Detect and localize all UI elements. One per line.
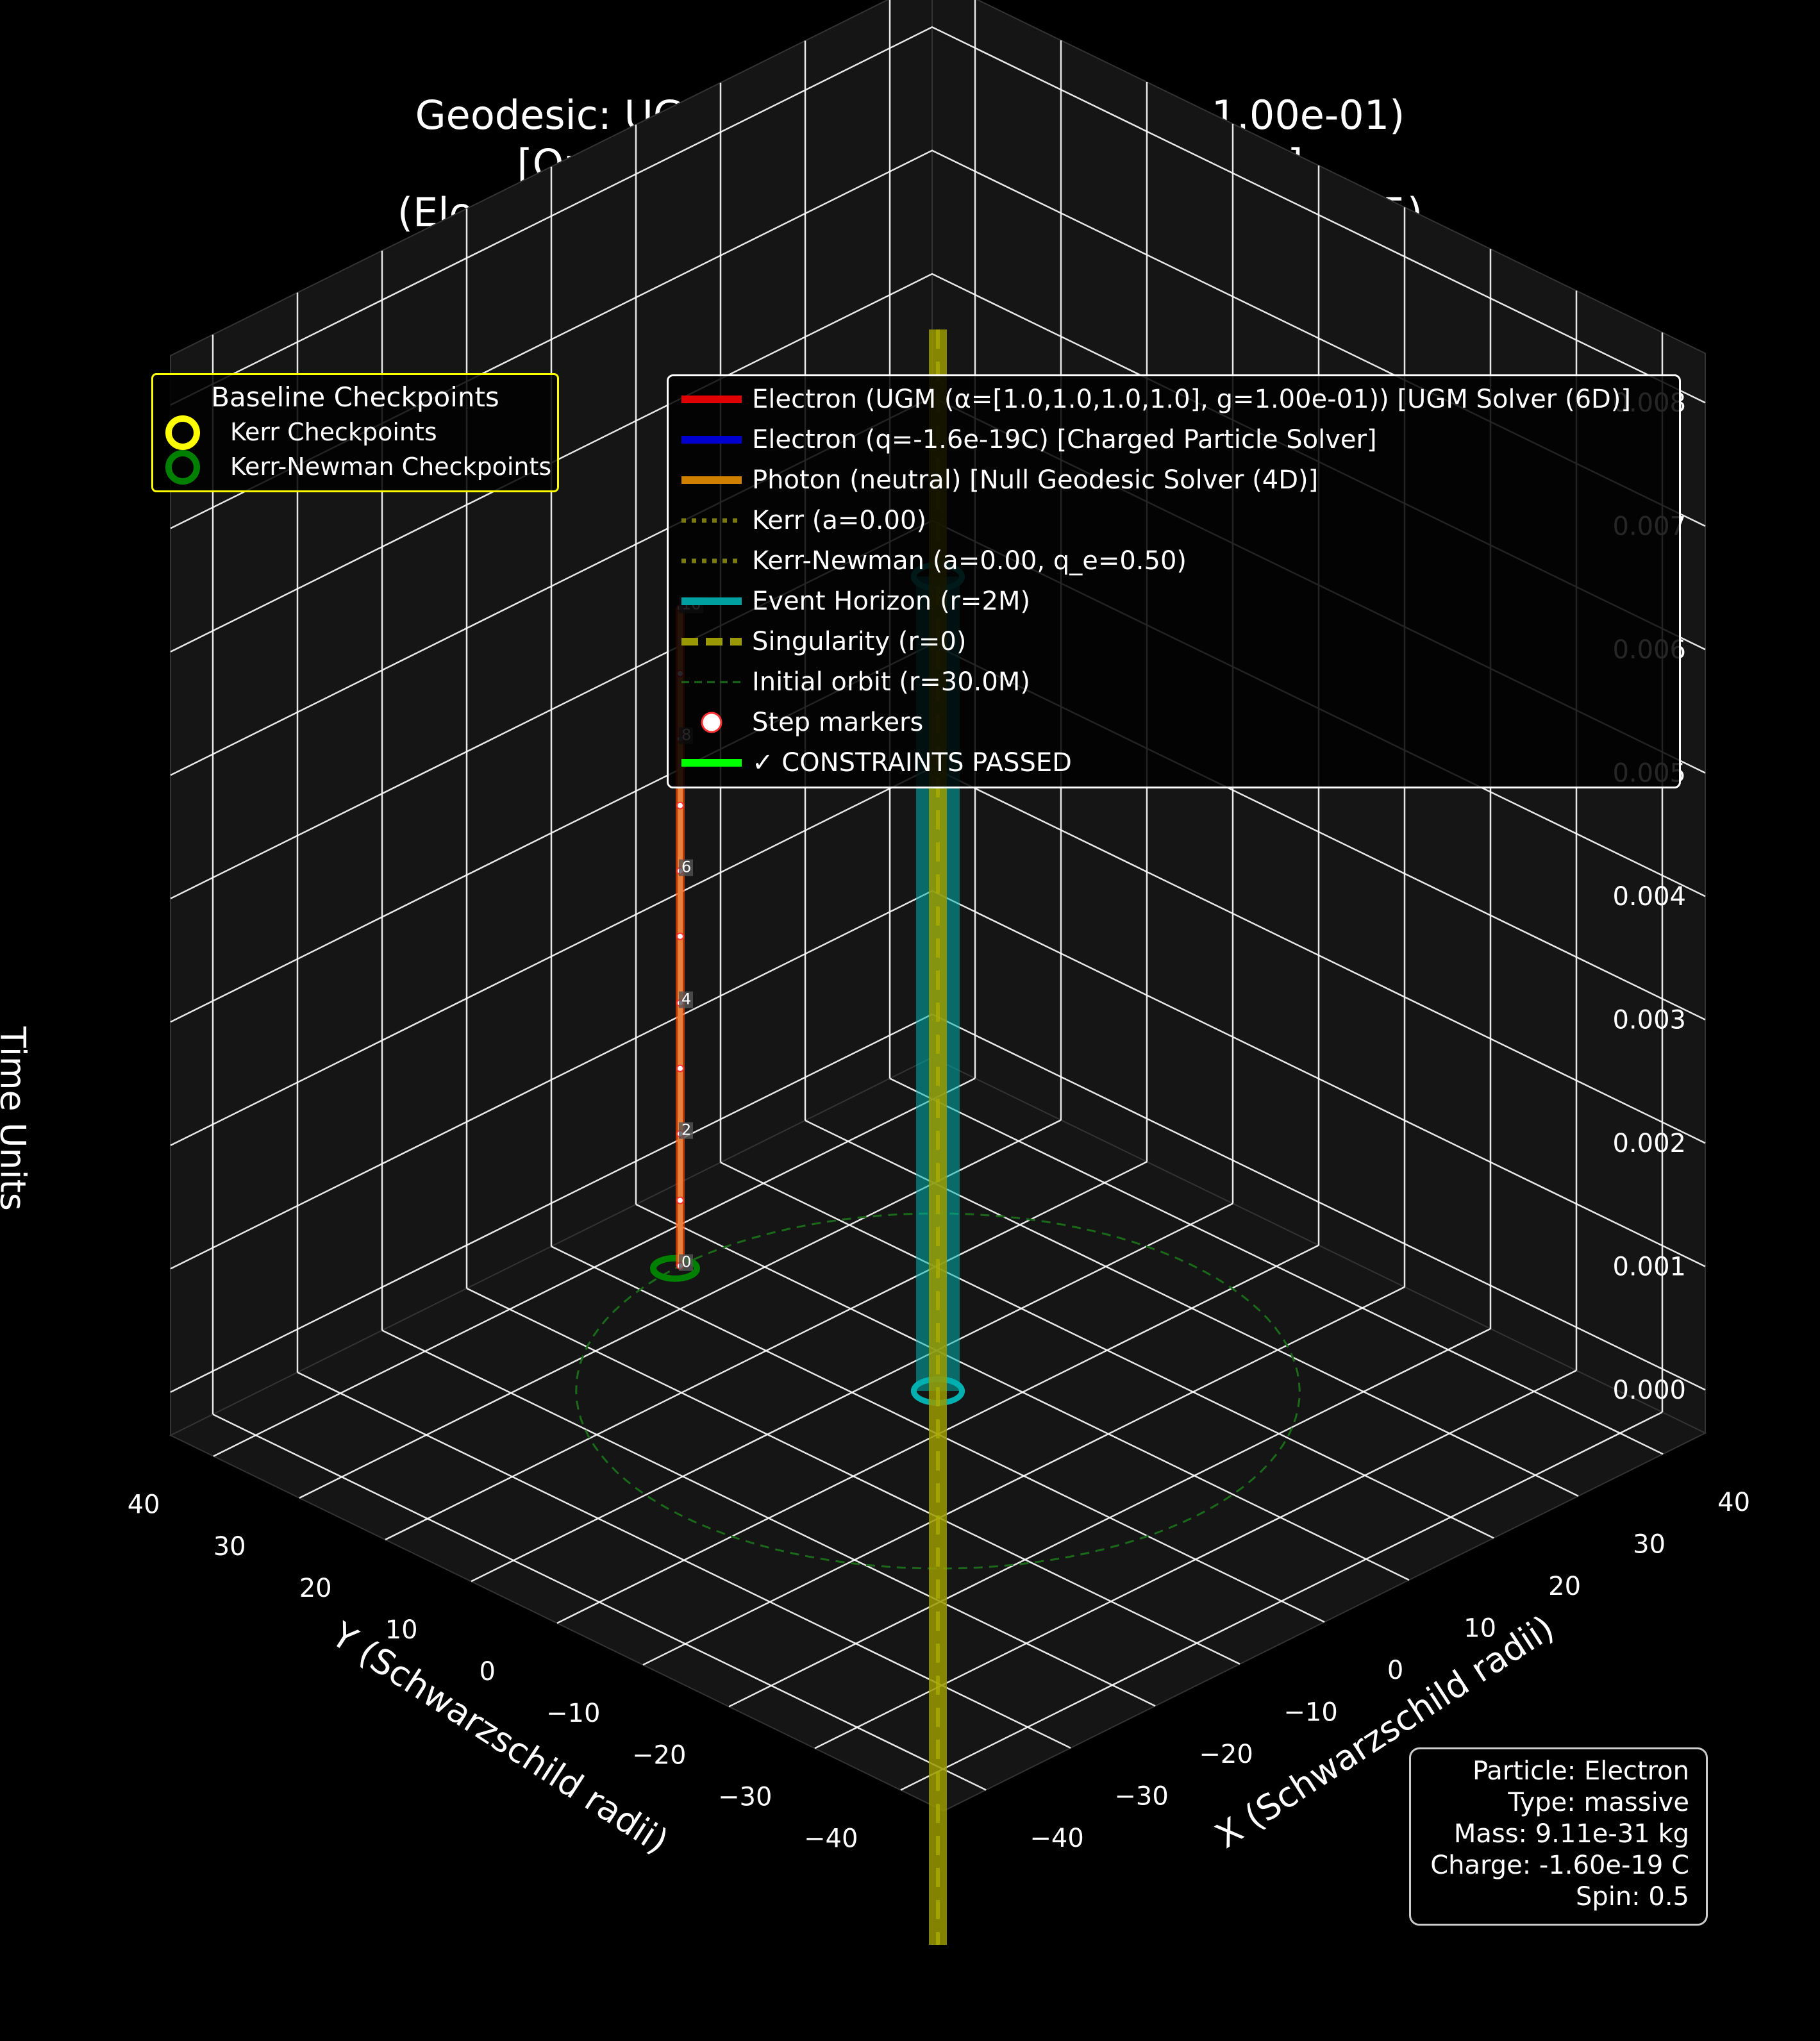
y-tick-label: −40 bbox=[1030, 1824, 1083, 1853]
legend-label: Photon (neutral) [Null Geodesic Solver (… bbox=[752, 465, 1319, 495]
legend-label: Electron (UGM (α=[1.0,1.0,1.0,1.0], g=1.… bbox=[752, 385, 1632, 414]
info-mass: Mass: 9.11e-31 kg bbox=[1453, 1819, 1689, 1849]
step-label: 0 bbox=[679, 1253, 693, 1271]
x-tick-label: −30 bbox=[718, 1782, 772, 1812]
legend-entry: Step markers bbox=[669, 703, 1675, 742]
z-tick-label: 0.004 bbox=[1612, 882, 1686, 912]
y-tick-label: 0 bbox=[1387, 1656, 1403, 1685]
particle-info-box: Particle: Electron Type: massive Mass: 9… bbox=[1409, 1747, 1708, 1926]
legend-label: Event Horizon (r=2M) bbox=[752, 587, 1031, 616]
legend-swatch bbox=[681, 436, 742, 444]
main-legend: Electron (UGM (α=[1.0,1.0,1.0,1.0], g=1.… bbox=[667, 374, 1681, 788]
legend-swatch bbox=[701, 712, 722, 733]
figure: Geodesic: UGM (α=[1.0,1.0,1.0,1.0], g=1.… bbox=[0, 0, 1820, 2041]
step-label-text: 6 bbox=[681, 858, 691, 876]
legend-entry: Kerr-Newman (a=0.00, q_e=0.50) bbox=[669, 542, 1675, 580]
y-tick-label: −20 bbox=[1199, 1740, 1253, 1769]
z-tick-label: 0.002 bbox=[1612, 1129, 1686, 1158]
legend-label: Singularity (r=0) bbox=[752, 627, 967, 656]
info-spin: Spin: 0.5 bbox=[1575, 1882, 1689, 1912]
step-label-text: 0 bbox=[681, 1253, 691, 1271]
y-tick-label: 30 bbox=[1633, 1529, 1666, 1559]
baseline-legend: Baseline Checkpoints Kerr Checkpoints Ke… bbox=[151, 373, 559, 492]
kerr-checkpoint-marker bbox=[165, 415, 200, 450]
legend-swatch bbox=[681, 597, 742, 605]
step-marker bbox=[676, 801, 684, 810]
legend-label: Step markers bbox=[752, 708, 924, 737]
legend-label: Electron (q=-1.6e-19C) [Charged Particle… bbox=[752, 425, 1377, 454]
plot-3d: 0246810 −40−30−20−10010203040−40−30−20−1… bbox=[128, 0, 1750, 1945]
step-marker bbox=[676, 1064, 684, 1072]
info-particle: Particle: Electron bbox=[1472, 1756, 1689, 1786]
x-tick-label: −20 bbox=[632, 1740, 686, 1770]
x-tick-label: −40 bbox=[804, 1824, 858, 1853]
legend-entry: ✓ CONSTRAINTS PASSED bbox=[669, 744, 1675, 782]
legend-entry: Electron (q=-1.6e-19C) [Charged Particle… bbox=[669, 421, 1675, 459]
legend-swatch bbox=[681, 638, 742, 646]
step-marker bbox=[676, 1196, 684, 1204]
kerr-newman-checkpoint-marker bbox=[165, 450, 200, 485]
info-type: Type: massive bbox=[1508, 1788, 1689, 1817]
baseline-legend-title: Baseline Checkpoints bbox=[211, 381, 499, 413]
legend-entry: Event Horizon (r=2M) bbox=[669, 582, 1675, 621]
baseline-legend-kerr: Kerr Checkpoints bbox=[230, 418, 437, 446]
y-tick-label: −10 bbox=[1283, 1697, 1337, 1727]
legend-entry: Singularity (r=0) bbox=[669, 622, 1675, 661]
legend-entry: Kerr (a=0.00) bbox=[669, 501, 1675, 540]
x-tick-label: 30 bbox=[213, 1532, 246, 1562]
step-label: 6 bbox=[679, 858, 693, 876]
step-label-text: 2 bbox=[681, 1121, 691, 1139]
legend-swatch bbox=[681, 396, 742, 403]
baseline-legend-kn: Kerr-Newman Checkpoints bbox=[230, 453, 552, 481]
legend-marker bbox=[701, 712, 722, 733]
legend-swatch bbox=[681, 558, 742, 563]
step-marker bbox=[676, 932, 684, 940]
x-tick-label: 40 bbox=[128, 1490, 160, 1520]
x-tick-label: 20 bbox=[299, 1574, 332, 1603]
y-tick-label: −30 bbox=[1114, 1781, 1168, 1811]
x-tick-label: 0 bbox=[479, 1657, 495, 1687]
legend-label: Kerr (a=0.00) bbox=[752, 506, 927, 535]
legend-entry: Photon (neutral) [Null Geodesic Solver (… bbox=[669, 461, 1675, 499]
step-label: 2 bbox=[679, 1121, 693, 1139]
legend-entry: Electron (UGM (α=[1.0,1.0,1.0,1.0], g=1.… bbox=[669, 380, 1675, 419]
legend-label: Initial orbit (r=30.0M) bbox=[752, 667, 1030, 697]
baseline-markers bbox=[165, 415, 200, 485]
x-tick-label: 10 bbox=[385, 1615, 418, 1645]
y-tick-label: 40 bbox=[1717, 1488, 1750, 1517]
legend-swatch bbox=[681, 681, 742, 683]
step-label-text: 4 bbox=[681, 990, 691, 1008]
step-label: 4 bbox=[679, 990, 693, 1008]
legend-swatch bbox=[681, 759, 742, 767]
z-tick-label: 0.003 bbox=[1612, 1006, 1686, 1035]
legend-swatch bbox=[681, 476, 742, 484]
info-charge: Charge: -1.60e-19 C bbox=[1430, 1851, 1689, 1880]
x-tick-label: −10 bbox=[546, 1699, 600, 1728]
z-tick-label: 0.001 bbox=[1612, 1253, 1686, 1282]
legend-entry: Initial orbit (r=30.0M) bbox=[669, 663, 1675, 701]
legend-swatch bbox=[681, 518, 742, 523]
z-tick-label: 0.000 bbox=[1612, 1376, 1686, 1405]
z-axis-label: Time Units bbox=[0, 1026, 33, 1211]
legend-label: ✓ CONSTRAINTS PASSED bbox=[752, 748, 1072, 778]
legend-label: Kerr-Newman (a=0.00, q_e=0.50) bbox=[752, 546, 1187, 576]
